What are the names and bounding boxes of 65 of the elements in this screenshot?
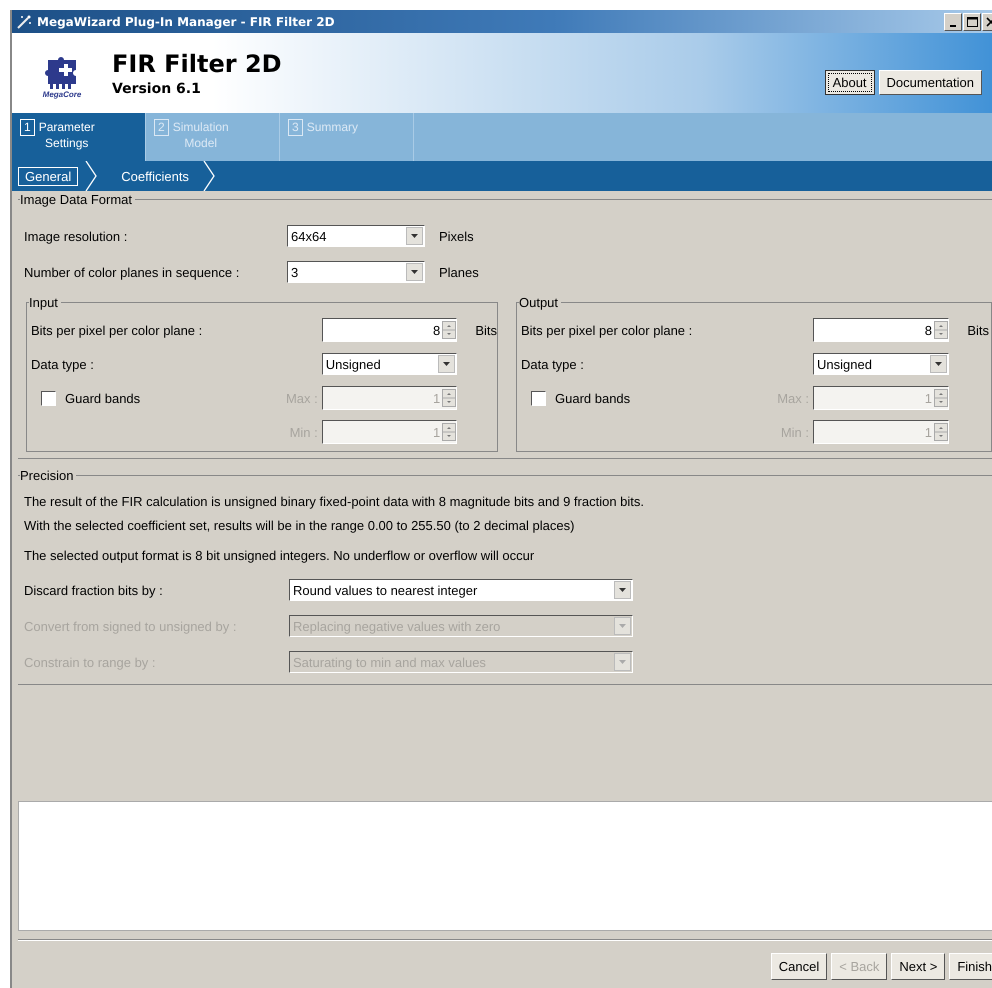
dropdown-arrow-icon xyxy=(619,624,626,628)
field-label: Data type : xyxy=(521,356,585,372)
wizard-button[interactable]: Finish xyxy=(949,953,992,980)
minimize-button[interactable] xyxy=(944,12,962,30)
step-number: 1 xyxy=(20,119,35,136)
spin-box[interactable]: 8 xyxy=(322,318,458,342)
step-number: 2 xyxy=(154,119,169,136)
dropdown[interactable]: Unsigned xyxy=(813,353,949,375)
field-label: Image resolution : xyxy=(24,228,128,244)
unit-label: Bits xyxy=(474,322,497,338)
info-text: The result of the FIR calculation is unsigned binary fixed-point data with 8 magnitude bits and 9 fraction bits. xyxy=(24,494,646,509)
sub-tab[interactable]: General xyxy=(18,166,78,186)
minimize-icon xyxy=(950,24,956,26)
unit-label: Pixels xyxy=(439,228,474,244)
step-label: Simulation Model xyxy=(172,119,229,151)
group-title: Precision xyxy=(20,468,76,483)
group-title: Image Data Format xyxy=(20,192,135,207)
product-title: FIR Filter 2D xyxy=(112,50,282,78)
dropdown-arrow-icon xyxy=(411,270,418,274)
checkbox[interactable]: Guard bands xyxy=(31,390,280,406)
wand-icon xyxy=(16,14,32,30)
wizard-step-tab[interactable]: 1 Parameter Settings xyxy=(12,113,146,161)
dropdown-arrow-icon xyxy=(443,362,450,366)
group-title: Output xyxy=(519,295,562,310)
documentation-button[interactable]: Documentation xyxy=(878,70,982,94)
field-label: Discard fraction bits by : xyxy=(24,582,164,598)
spinner-arrows-icon xyxy=(442,321,456,339)
maximize-button[interactable] xyxy=(963,12,981,30)
dropdown-arrow-icon xyxy=(935,362,942,366)
maximize-icon xyxy=(965,14,979,28)
spinner-arrows-icon xyxy=(442,389,456,407)
spinner-arrows-icon xyxy=(934,321,948,339)
step-number: 3 xyxy=(288,119,303,136)
wizard-button[interactable]: Next > xyxy=(891,953,946,980)
chevron-icon xyxy=(84,161,98,191)
info-text: With the selected coefficient set, results will be in the range 0.00 to 255.50 (to 2 decimal places) xyxy=(24,518,576,533)
dropdown[interactable]: Round values to nearest integer xyxy=(289,579,633,601)
chevron-icon xyxy=(202,161,216,191)
wizard-button[interactable]: Cancel xyxy=(770,953,828,980)
dropdown[interactable]: Unsigned xyxy=(322,353,458,375)
version-label: Version 6.1 xyxy=(112,80,202,96)
dropdown-arrow-icon xyxy=(411,234,418,238)
unit-label: Bits xyxy=(966,322,989,338)
field-label: Bits per pixel per color plane : xyxy=(31,322,204,338)
dropdown-arrow-icon xyxy=(619,588,626,592)
spin-box[interactable]: 8 xyxy=(813,318,949,342)
info-text: The selected output format is 8 bit unsigned integers. No underflow or overflow will occur xyxy=(24,548,536,563)
about-button[interactable]: About xyxy=(824,70,875,94)
unit-label: Planes xyxy=(439,264,479,280)
step-label: Parameter Settings xyxy=(38,119,95,151)
field-label: Number of color planes in sequence : xyxy=(24,264,240,280)
field-label: Bits per pixel per color plane : xyxy=(521,322,694,338)
spinner-arrows-icon xyxy=(442,423,456,441)
dropdown[interactable]: 64x64 xyxy=(287,225,425,247)
step-label: Summary xyxy=(306,119,358,135)
checkbox[interactable]: Guard bands xyxy=(521,390,771,406)
logo-caption: MegaCore xyxy=(42,90,82,98)
dropdown[interactable]: 3 xyxy=(287,261,425,283)
spinner-arrows-icon xyxy=(934,389,948,407)
window-title: MegaWizard Plug-In Manager - FIR Filter 2D xyxy=(37,14,335,28)
sub-tab[interactable]: Coefficients xyxy=(114,166,196,186)
field-label: Data type : xyxy=(31,356,95,372)
group-title: Input xyxy=(29,295,61,310)
dropdown-arrow-icon xyxy=(619,660,626,664)
spinner-arrows-icon xyxy=(934,423,948,441)
